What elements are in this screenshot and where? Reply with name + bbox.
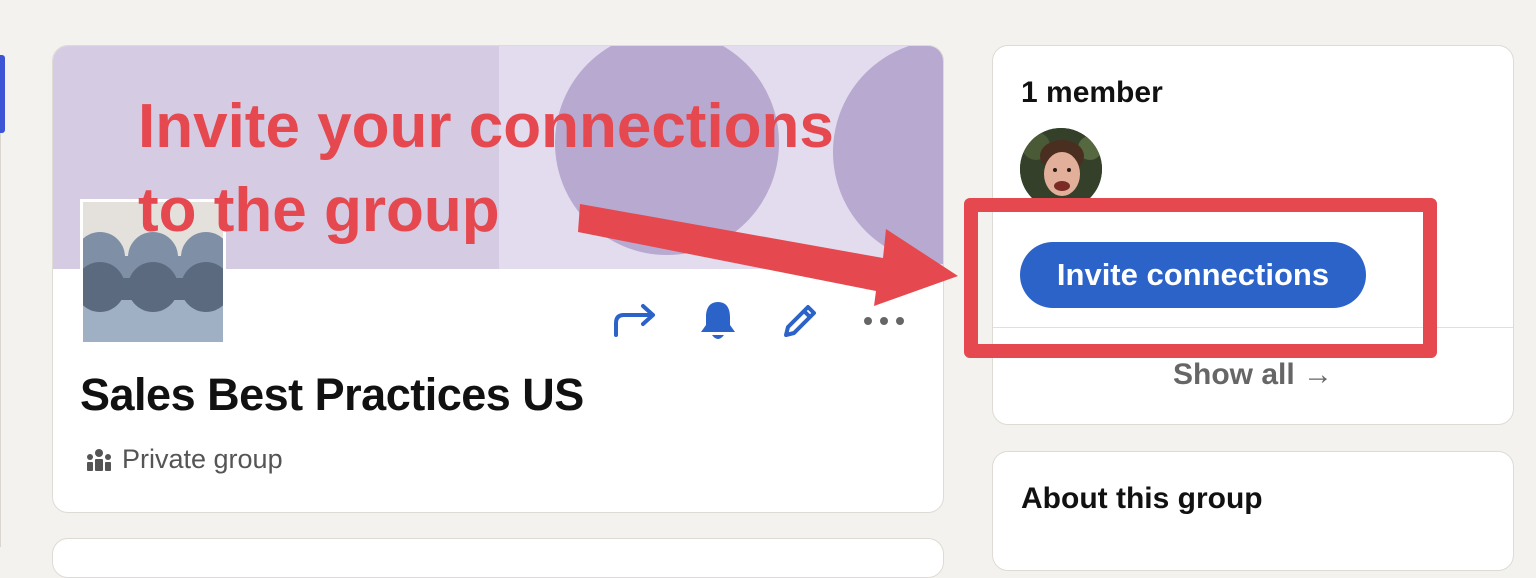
show-all-link[interactable]: Show all → — [993, 358, 1513, 392]
bell-icon[interactable] — [695, 298, 741, 344]
invite-connections-button[interactable]: Invite connections — [1020, 242, 1366, 308]
privacy-status: Private group — [86, 444, 283, 475]
left-nav-accent — [0, 55, 5, 133]
group-logo — [80, 199, 226, 345]
about-card: About this group — [992, 451, 1514, 571]
group-title: Sales Best Practices US — [80, 369, 584, 420]
divider — [993, 327, 1513, 328]
feed-card — [52, 538, 944, 578]
share-icon[interactable] — [612, 298, 658, 344]
members-card: 1 member Invite connections Show all → — [992, 45, 1514, 425]
pencil-icon[interactable] — [777, 298, 823, 344]
about-title: About this group — [1021, 482, 1263, 515]
group-header-card: Sales Best Practices US Private group — [52, 45, 944, 513]
more-icon[interactable] — [861, 298, 907, 344]
privacy-label: Private group — [122, 444, 283, 474]
people-icon — [86, 448, 112, 472]
avatar[interactable] — [1020, 128, 1102, 210]
left-nav-edge — [0, 133, 1, 547]
member-count: 1 member — [1021, 76, 1163, 109]
